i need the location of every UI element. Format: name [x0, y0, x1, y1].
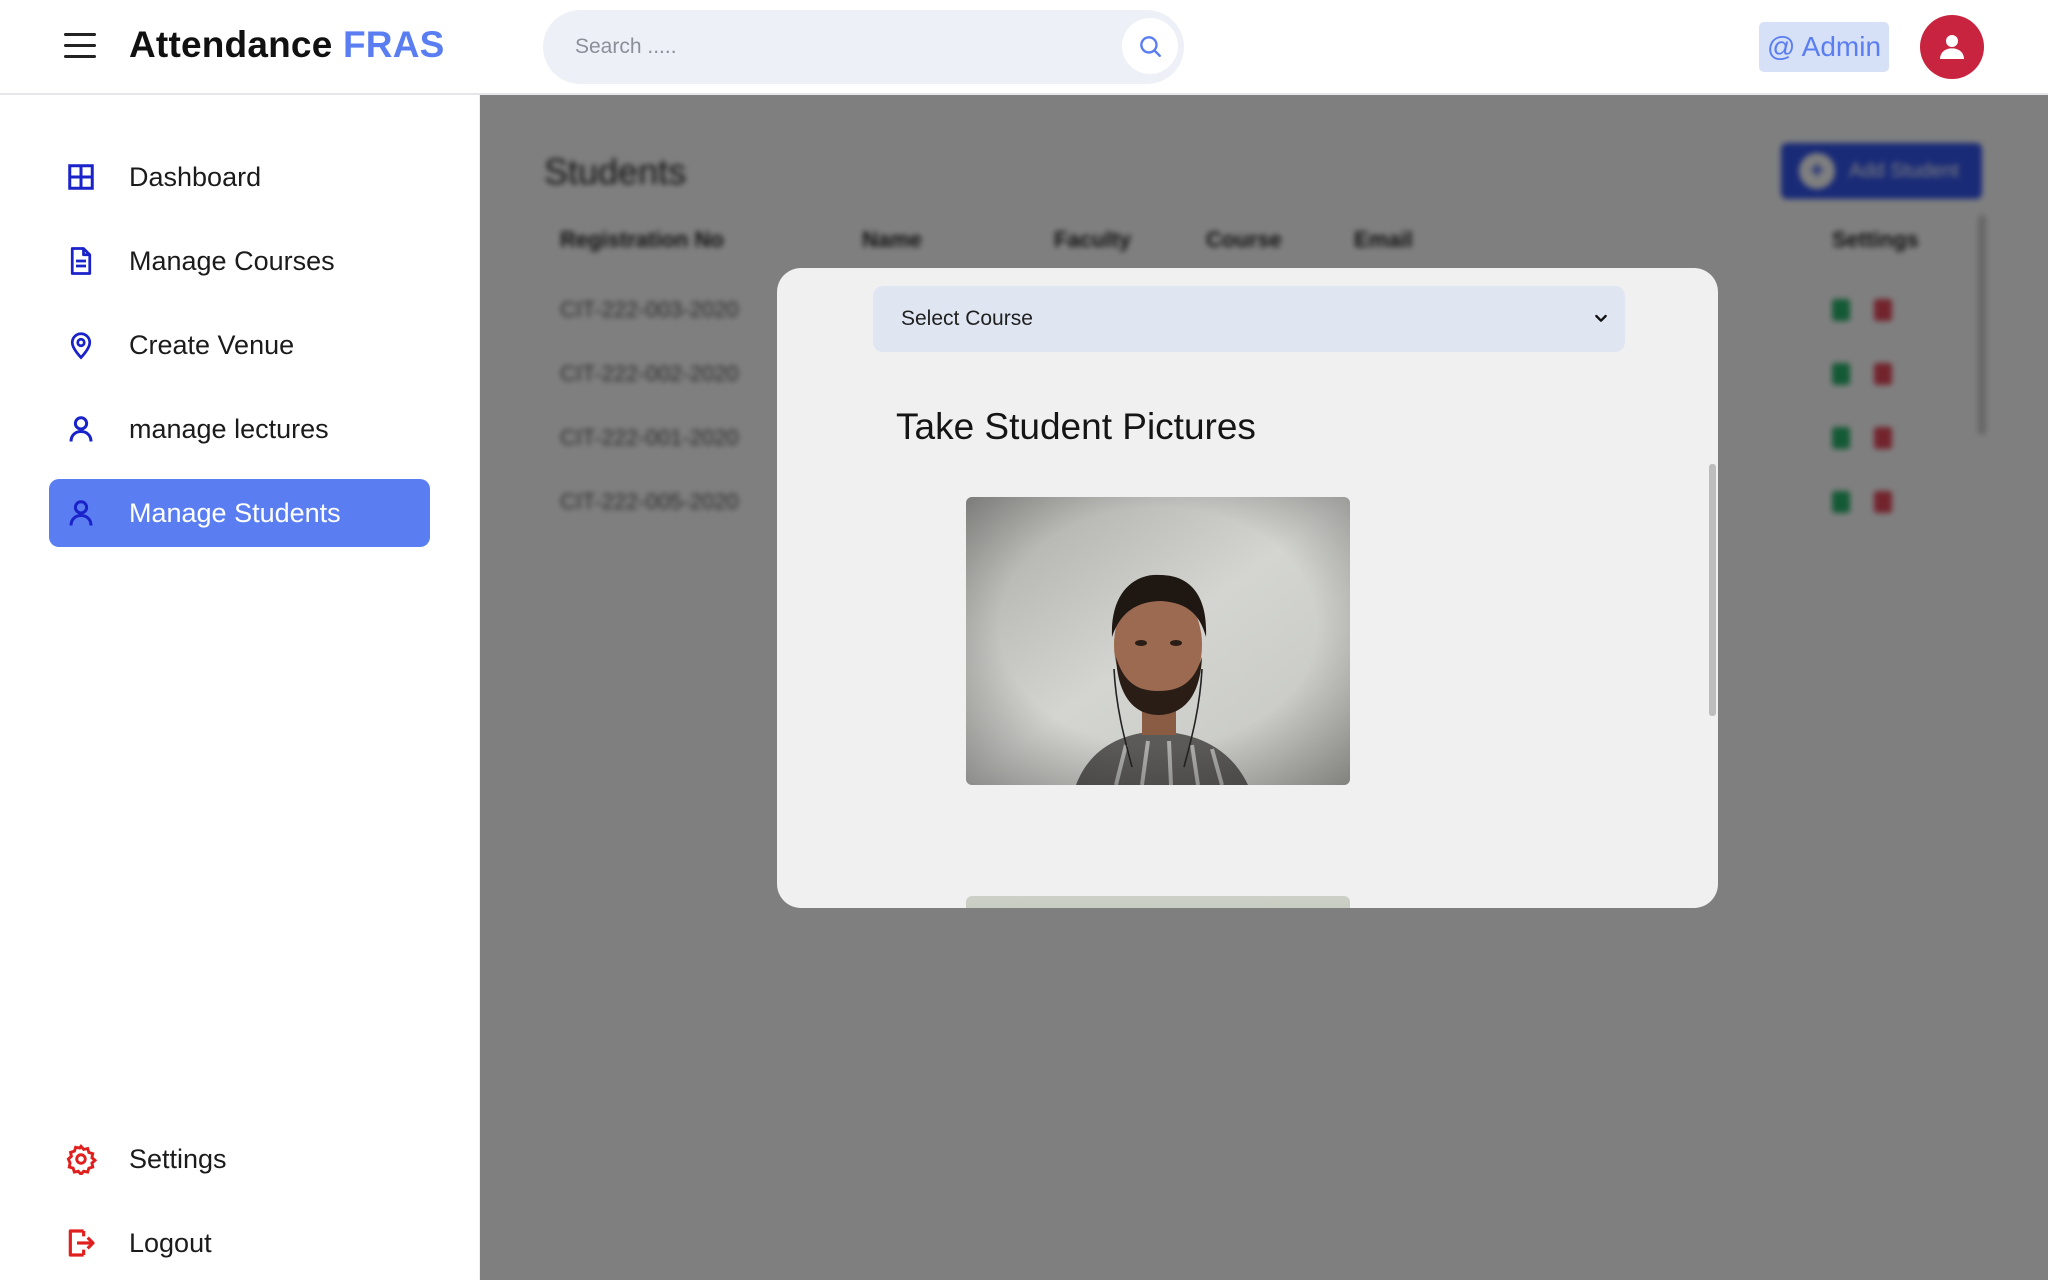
- sidebar-item-settings[interactable]: Settings: [49, 1125, 430, 1193]
- user-icon: [65, 497, 97, 529]
- app-logo: Attendance FRAS: [129, 24, 445, 66]
- sidebar-item-manage-students[interactable]: Manage Students: [49, 479, 430, 547]
- chevron-down-icon: [1595, 314, 1607, 322]
- sidebar-item-manage-courses[interactable]: Manage Courses: [49, 227, 430, 295]
- sidebar-item-logout[interactable]: Logout: [49, 1209, 430, 1277]
- sidebar-item-create-venue[interactable]: Create Venue: [49, 311, 430, 379]
- logout-icon: [65, 1227, 97, 1259]
- sidebar-item-label: Manage Courses: [129, 245, 335, 276]
- sidebar-item-label: Create Venue: [129, 329, 295, 360]
- modal-title: Take Student Pictures: [896, 406, 1256, 447]
- document-icon: [65, 245, 97, 277]
- search-icon: [1140, 36, 1161, 57]
- admin-badge[interactable]: @ Admin: [1759, 22, 1890, 72]
- search-input[interactable]: [575, 30, 1095, 64]
- course-select-value: Select Course: [901, 307, 1033, 330]
- hamburger-menu-icon[interactable]: [64, 33, 96, 61]
- sidebar: Dashboard Manage Courses Create Venue ma…: [0, 95, 480, 1280]
- sidebar-item-dashboard[interactable]: Dashboard: [49, 143, 430, 211]
- top-bar: Attendance FRAS @ Admin: [0, 0, 2048, 95]
- logo-main-text: Attendance: [129, 24, 333, 65]
- user-icon: [1940, 35, 1964, 59]
- scrollbar[interactable]: [1709, 464, 1716, 716]
- search-bar: [543, 10, 1184, 84]
- course-select[interactable]: Select Course: [873, 286, 1625, 352]
- user-icon: [65, 413, 97, 445]
- location-pin-icon: [65, 329, 97, 361]
- sidebar-item-label: Dashboard: [129, 161, 262, 192]
- sidebar-item-label: Settings: [129, 1143, 227, 1174]
- sidebar-item-label: Manage Students: [129, 497, 341, 528]
- sidebar-item-manage-lectures[interactable]: manage lectures: [49, 395, 430, 463]
- avatar[interactable]: [1920, 15, 1984, 79]
- student-photo: [966, 896, 1350, 908]
- take-pictures-modal: Select Course Take Student Pictures: [777, 268, 1718, 908]
- search-button[interactable]: [1122, 18, 1178, 74]
- gear-icon: [65, 1143, 97, 1175]
- sidebar-item-label: manage lectures: [129, 413, 329, 444]
- grid-icon: [65, 161, 97, 193]
- student-photo: [966, 497, 1350, 785]
- logo-accent-text: FRAS: [342, 24, 445, 65]
- sidebar-item-label: Logout: [129, 1227, 212, 1258]
